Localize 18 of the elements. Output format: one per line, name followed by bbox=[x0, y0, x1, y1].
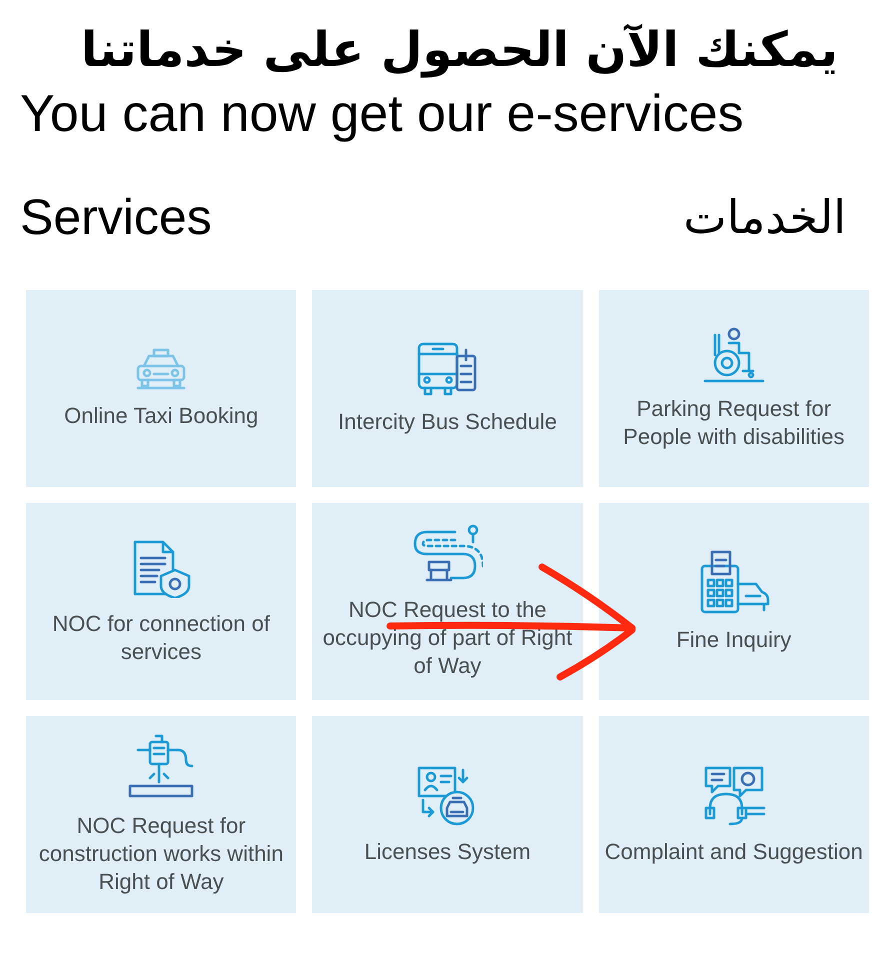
taxi-icon bbox=[134, 348, 188, 390]
service-tile[interactable]: Complaint and Suggestion bbox=[598, 716, 869, 913]
winding-road-icon bbox=[411, 524, 484, 584]
section-title: Services bbox=[20, 188, 212, 247]
service-tile[interactable]: Parking Request for People with disabilities bbox=[598, 290, 869, 487]
service-tile[interactable]: NOC Request for construction works within Right of Way bbox=[26, 716, 296, 913]
section-title-arabic: الخدمات bbox=[683, 189, 846, 246]
service-tile[interactable]: NOC Request to the occupying of part of Right of Way bbox=[312, 503, 583, 700]
service-tile[interactable]: Fine Inquiry bbox=[598, 503, 869, 700]
service-tile[interactable]: Licenses System bbox=[312, 716, 583, 913]
headline-arabic: يمكنك الآن الحصول على خدماتنا bbox=[80, 21, 839, 80]
headline: You can now get our e-services bbox=[20, 84, 745, 145]
wheelchair-icon bbox=[702, 326, 765, 382]
service-tile[interactable]: Online Taxi Booking bbox=[26, 290, 296, 487]
service-tile[interactable]: Intercity Bus Schedule bbox=[312, 290, 583, 487]
jackhammer-icon bbox=[128, 734, 194, 800]
bus-calendar-icon bbox=[415, 342, 480, 396]
service-tile[interactable]: NOC for connection of services bbox=[26, 503, 296, 700]
